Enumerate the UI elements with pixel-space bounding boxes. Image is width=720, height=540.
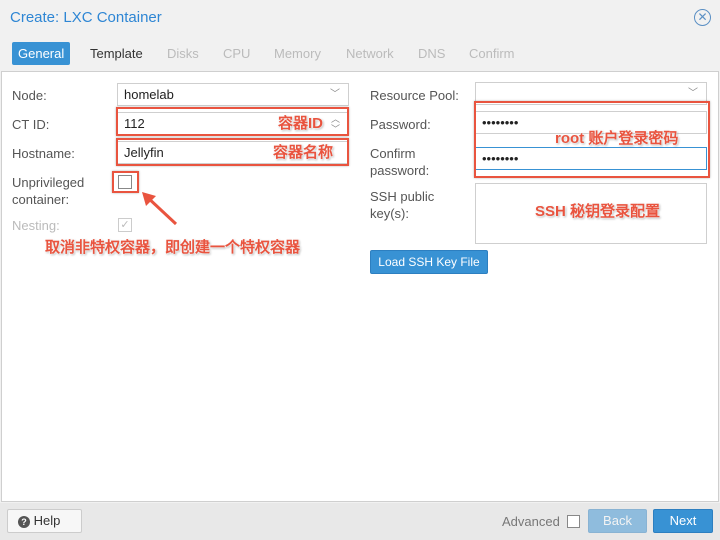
annotation-password: root 账户登录密码	[555, 130, 679, 147]
nesting-checkbox[interactable]: ✓	[118, 218, 132, 232]
annotation-box	[112, 171, 139, 193]
annotation-unprivileged: 取消非特权容器，即创建一个特权容器	[45, 239, 301, 256]
window-title: Create: LXC Container	[10, 9, 162, 26]
help-icon: ?	[18, 516, 30, 528]
help-button[interactable]: ? Help	[7, 509, 82, 533]
node-select[interactable]: homelab ﹀	[117, 83, 349, 106]
tab-cpu[interactable]: CPU	[217, 42, 256, 65]
tab-confirm[interactable]: Confirm	[463, 42, 521, 65]
password-label: Password:	[370, 117, 431, 132]
ssh-label-2: key(s):	[370, 206, 409, 221]
ssh-label-1: SSH public	[370, 189, 435, 204]
tab-general[interactable]: General	[12, 42, 71, 65]
tab-disks[interactable]: Disks	[161, 42, 205, 65]
node-label: Node:	[12, 88, 47, 103]
arrow-icon	[142, 192, 178, 226]
load-ssh-key-button[interactable]: Load SSH Key File	[370, 250, 488, 274]
confirm-label-1: Confirm	[370, 146, 416, 161]
back-button[interactable]: Back	[588, 509, 647, 533]
annotation-ssh: SSH 秘钥登录配置	[535, 203, 661, 220]
node-value: homelab	[124, 87, 174, 102]
unprivileged-label-2: container:	[12, 192, 70, 207]
advanced-label: Advanced	[502, 514, 560, 529]
unprivileged-label-1: Unprivileged	[12, 175, 85, 190]
hostname-label: Hostname:	[12, 146, 75, 161]
help-label: Help	[33, 513, 61, 528]
tab-dns[interactable]: DNS	[412, 42, 451, 65]
tab-memory[interactable]: Memory	[268, 42, 327, 65]
annotation-ctid: 容器ID	[278, 115, 324, 132]
close-icon[interactable]: ✕	[694, 9, 711, 26]
confirm-label-2: password:	[370, 163, 430, 178]
pool-label: Resource Pool:	[370, 88, 459, 103]
chevron-down-icon: ﹀	[330, 89, 340, 100]
advanced-checkbox[interactable]	[567, 515, 580, 528]
annotation-hostname: 容器名称	[273, 144, 334, 161]
nesting-label: Nesting:	[12, 218, 60, 233]
tab-network[interactable]: Network	[340, 42, 400, 65]
ctid-label: CT ID:	[12, 117, 50, 132]
next-button[interactable]: Next	[653, 509, 713, 533]
tab-template[interactable]: Template	[84, 42, 149, 65]
